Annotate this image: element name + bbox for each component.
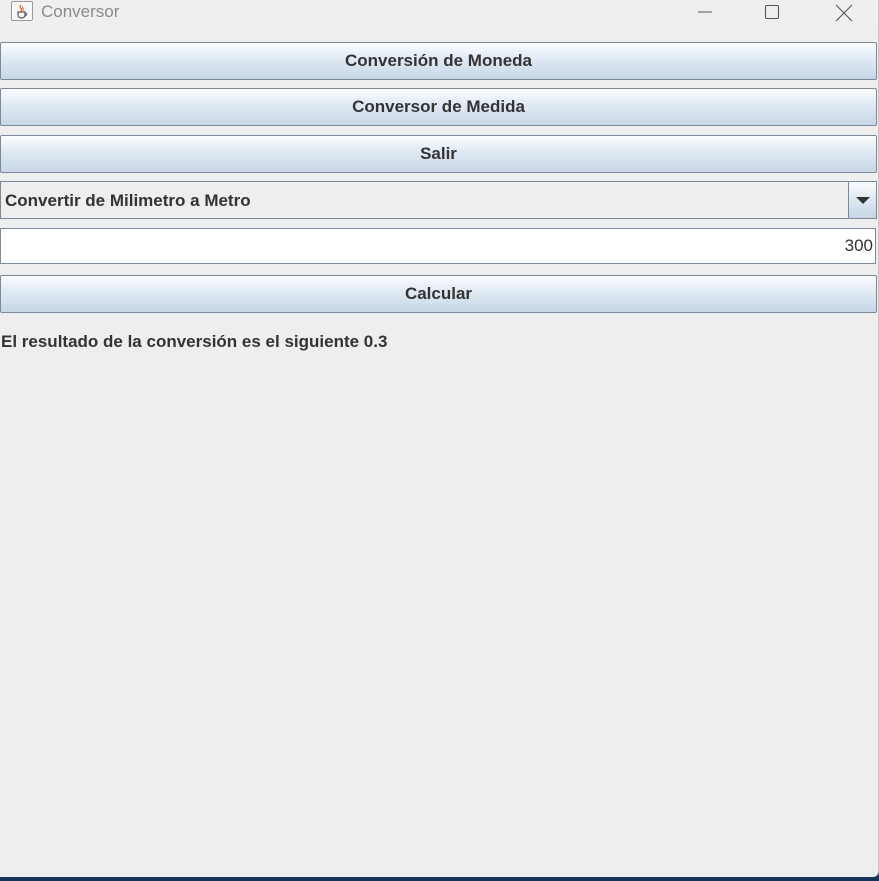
value-input[interactable] xyxy=(0,228,876,264)
title-bar[interactable]: Conversor xyxy=(0,0,878,24)
conversion-type-select[interactable]: Convertir de Milimetro a Metro xyxy=(0,181,877,219)
close-button[interactable] xyxy=(813,0,873,24)
minimize-button[interactable] xyxy=(675,0,735,24)
close-icon xyxy=(835,4,853,22)
desktop-background xyxy=(0,877,879,881)
maximize-icon xyxy=(764,4,780,20)
currency-conversion-button[interactable]: Conversión de Moneda xyxy=(0,42,877,80)
window-title: Conversor xyxy=(41,2,120,21)
app-window: Conversor Conversión de Moneda Conversor… xyxy=(0,0,879,877)
exit-button[interactable]: Salir xyxy=(0,135,877,173)
calculate-button[interactable]: Calcular xyxy=(0,275,877,313)
measure-conversion-button[interactable]: Conversor de Medida xyxy=(0,88,877,126)
maximize-button[interactable] xyxy=(742,0,802,24)
minimize-icon xyxy=(698,11,712,13)
java-cup-icon xyxy=(11,1,33,21)
dropdown-arrow-button[interactable] xyxy=(848,182,876,218)
conversion-type-selected: Convertir de Milimetro a Metro xyxy=(5,191,251,210)
result-label: El resultado de la conversión es el sigu… xyxy=(1,332,388,351)
chevron-down-icon xyxy=(856,197,870,204)
